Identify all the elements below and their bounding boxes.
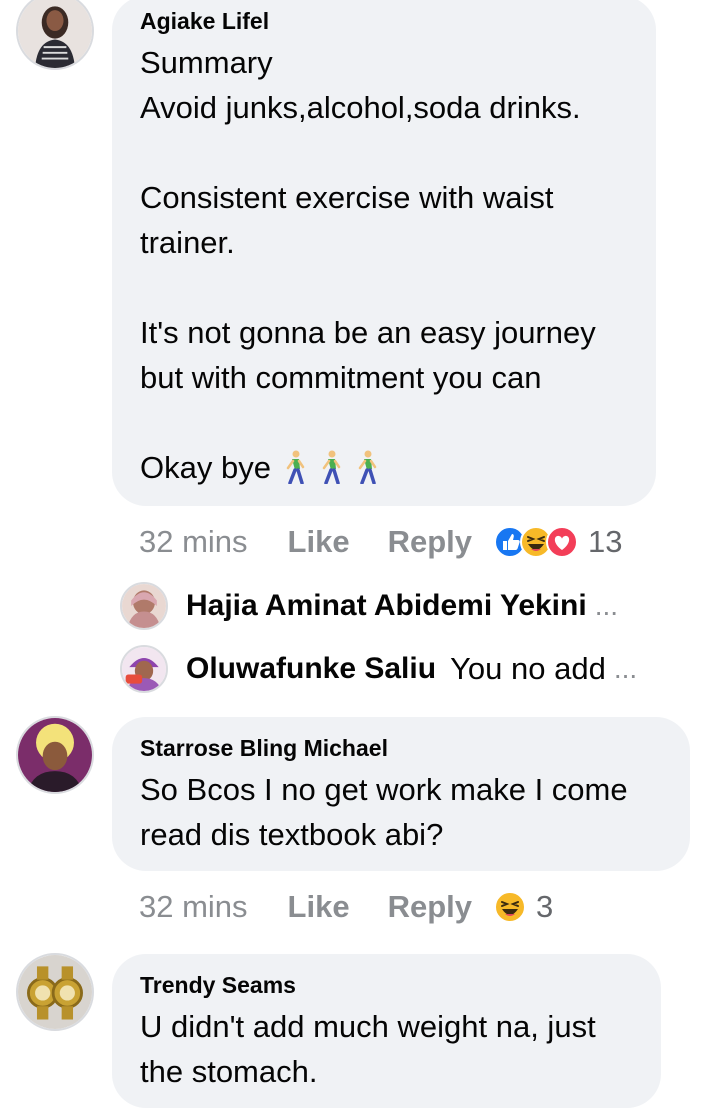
profile-photo xyxy=(122,584,166,628)
comment-thread: Agiake Lifel Summary Avoid junks,alcohol… xyxy=(0,0,720,1112)
comment-bubble: Agiake Lifel Summary Avoid junks,alcohol… xyxy=(112,0,656,506)
reply-author: Hajia Aminat Abidemi Yekini xyxy=(186,589,587,622)
reply-button[interactable]: Reply xyxy=(388,889,472,925)
like-button[interactable]: Like xyxy=(288,524,350,560)
person-walking-icon xyxy=(358,450,377,484)
profile-photo xyxy=(18,718,92,792)
person-walking-icon xyxy=(322,450,341,484)
avatar-hajia-aminat xyxy=(120,582,168,630)
comment-author[interactable]: Agiake Lifel xyxy=(140,6,628,36)
comment-body: U didn't add much weight na, just the st… xyxy=(140,1009,596,1089)
reply-more: ... xyxy=(594,590,619,621)
love-reaction-icon xyxy=(546,526,578,558)
comment-bubble: Trendy Seams U didn't add much weight na… xyxy=(112,954,661,1108)
like-button[interactable]: Like xyxy=(288,889,350,925)
profile-photo xyxy=(122,647,166,691)
comment-body: Summary Avoid junks,alcohol,soda drinks.… xyxy=(140,45,596,485)
comment-timestamp[interactable]: 32 mins xyxy=(139,524,248,560)
avatar-agiake-lifel[interactable] xyxy=(16,0,94,70)
reaction-summary[interactable] xyxy=(494,526,578,558)
profile-photo xyxy=(18,955,92,1029)
comment-bubble: Starrose Bling Michael So Bcos I no get … xyxy=(112,717,690,871)
profile-photo xyxy=(18,0,92,68)
reaction-count[interactable]: 13 xyxy=(588,524,622,560)
comment-actions: 32 mins Like Reply 3 xyxy=(139,887,553,927)
avatar-oluwafunke-saliu xyxy=(120,645,168,693)
reaction-summary[interactable] xyxy=(494,891,526,923)
avatar-trendy-seams[interactable] xyxy=(16,953,94,1031)
haha-reaction-icon xyxy=(494,891,526,923)
comment-actions: 32 mins Like Reply 13 xyxy=(139,522,622,562)
avatar-starrose-bling-michael[interactable] xyxy=(16,716,94,794)
comment-text: Summary Avoid junks,alcohol,soda drinks.… xyxy=(140,40,628,490)
reply-preview[interactable]: Oluwafunke Saliu You no add ... xyxy=(120,644,680,694)
reply-more: ... xyxy=(613,653,638,684)
comment-body: So Bcos I no get work make I come read d… xyxy=(140,772,628,852)
walking-icons xyxy=(271,450,379,485)
reply-button[interactable]: Reply xyxy=(388,524,472,560)
reply-author: Oluwafunke Saliu xyxy=(186,652,437,685)
comment-timestamp[interactable]: 32 mins xyxy=(139,889,248,925)
person-walking-icon xyxy=(286,450,305,484)
comment-author[interactable]: Starrose Bling Michael xyxy=(140,733,662,763)
reaction-count[interactable]: 3 xyxy=(536,889,553,925)
comment-author[interactable]: Trendy Seams xyxy=(140,970,633,1000)
reply-text: You no add xyxy=(450,651,606,686)
reply-preview[interactable]: Hajia Aminat Abidemi Yekini ... xyxy=(120,581,680,631)
